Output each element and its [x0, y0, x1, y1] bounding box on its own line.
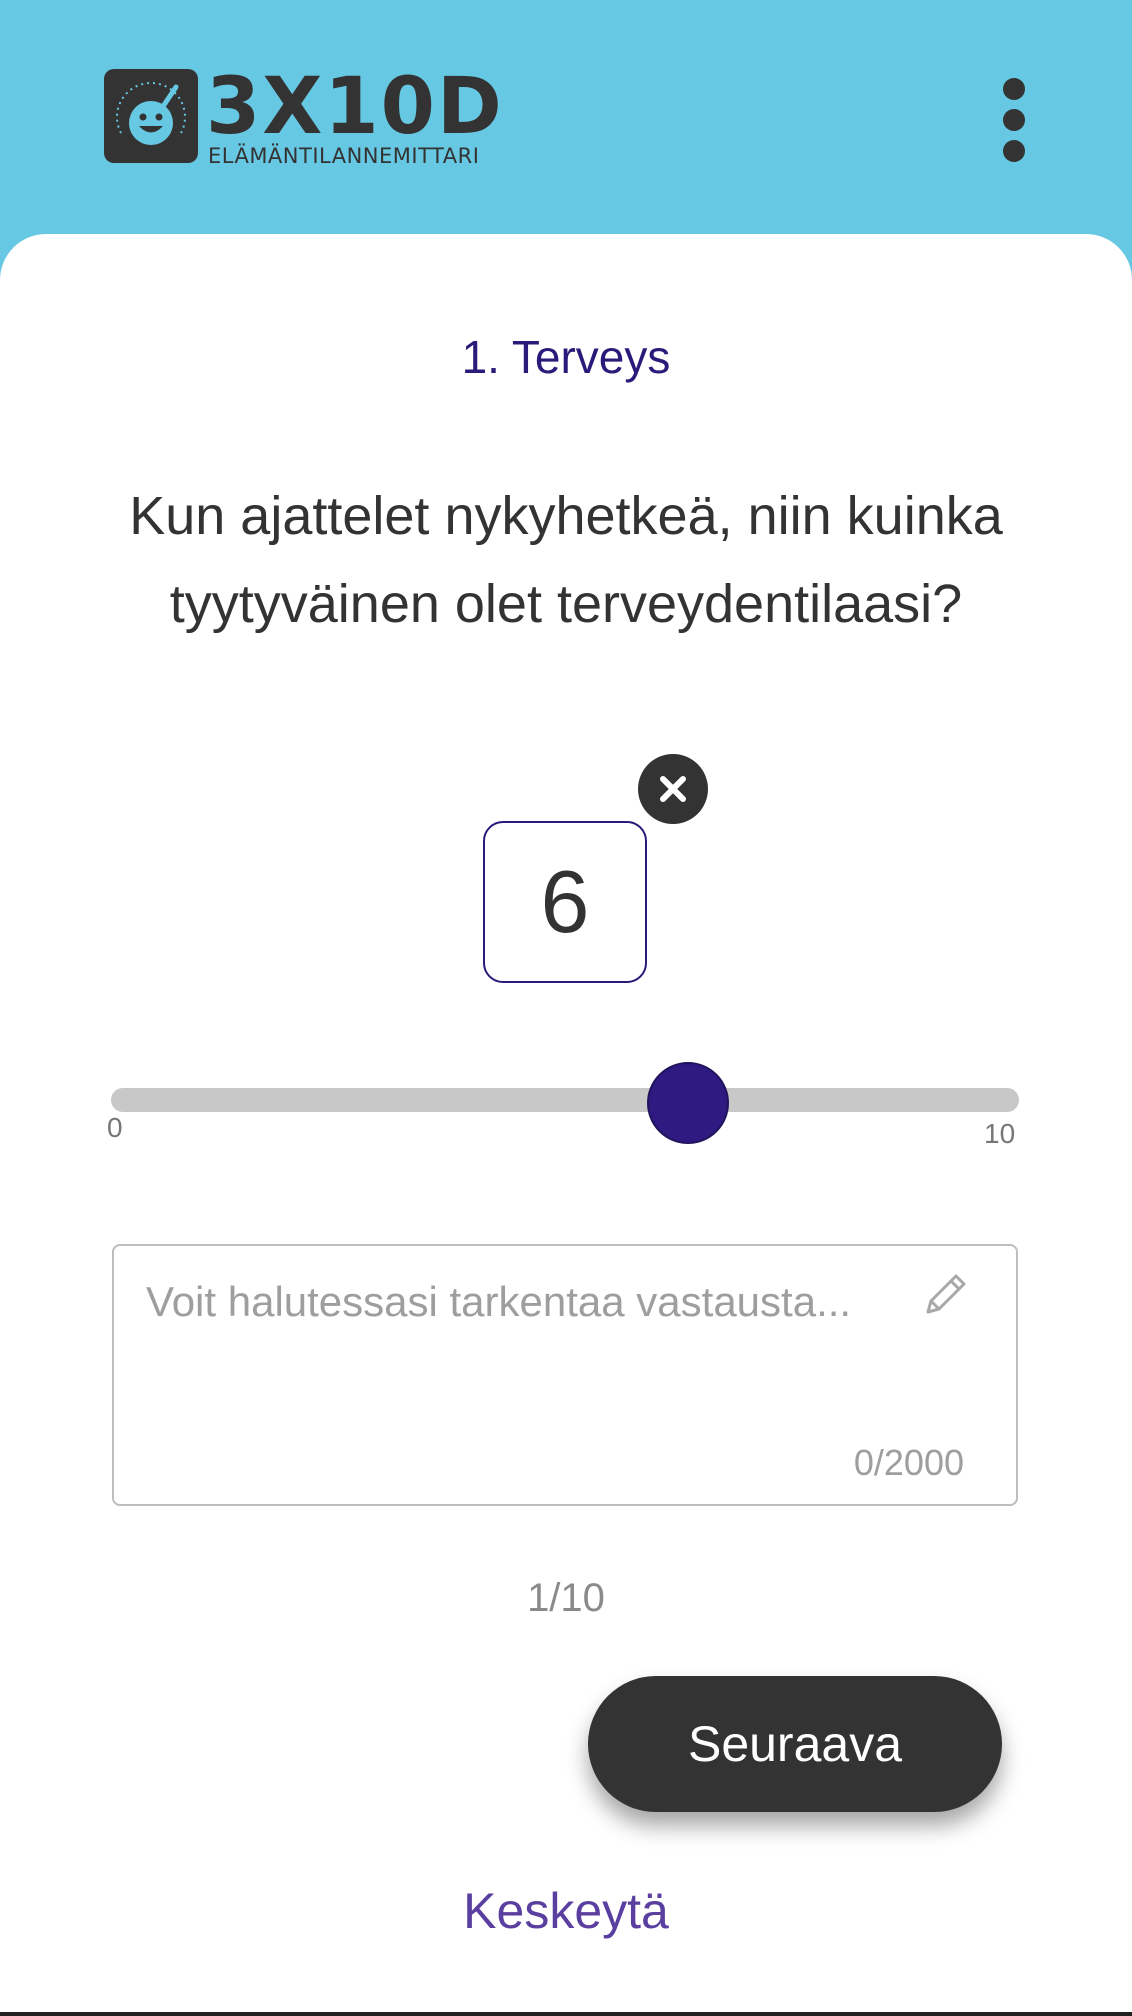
question-card: 1. Terveys Kun ajattelet nykyhetkeä, nii…: [0, 234, 1132, 2016]
app-header: 3X10D ELÄMÄNTILANNEMITTARI: [0, 0, 1132, 240]
more-menu-button[interactable]: [990, 72, 1038, 168]
logo-text: 3X10D ELÄMÄNTILANNEMITTARI: [206, 62, 504, 168]
pencil-icon: [926, 1274, 966, 1314]
comment-textarea[interactable]: [144, 1276, 904, 1436]
comment-field-container[interactable]: 0/2000: [112, 1244, 1018, 1506]
cancel-link[interactable]: Keskeytä: [0, 1882, 1132, 1940]
progress-indicator: 1/10: [527, 1576, 605, 1620]
close-icon: [660, 776, 686, 802]
section-title: 1. Terveys: [461, 331, 671, 383]
rating-slider[interactable]: [111, 1062, 1019, 1144]
question-text: Kun ajattelet nykyhetkeä, niin kuinka ty…: [129, 486, 1003, 634]
more-vertical-icon-dot: [1003, 109, 1025, 131]
slider-track[interactable]: [111, 1088, 1019, 1112]
logo-title: 3X10D: [206, 62, 504, 152]
next-button[interactable]: Seuraava: [588, 1676, 1002, 1812]
slider-min-label: 0: [107, 1112, 123, 1143]
more-vertical-icon-dot: [1003, 78, 1025, 100]
logo-subtitle: ELÄMÄNTILANNEMITTARI: [208, 144, 480, 168]
bottom-edge: [0, 2012, 1132, 2016]
more-vertical-icon-dot: [1003, 140, 1025, 162]
clear-answer-button[interactable]: [638, 754, 708, 824]
slider-thumb[interactable]: [647, 1062, 729, 1144]
app-logo: 3X10D ELÄMÄNTILANNEMITTARI: [104, 62, 504, 168]
selected-value-display: 6: [483, 821, 647, 983]
smiley-gauge-icon: [104, 69, 198, 163]
slider-max-label: 10: [984, 1118, 1016, 1149]
character-counter: 0/2000: [853, 1442, 964, 1483]
